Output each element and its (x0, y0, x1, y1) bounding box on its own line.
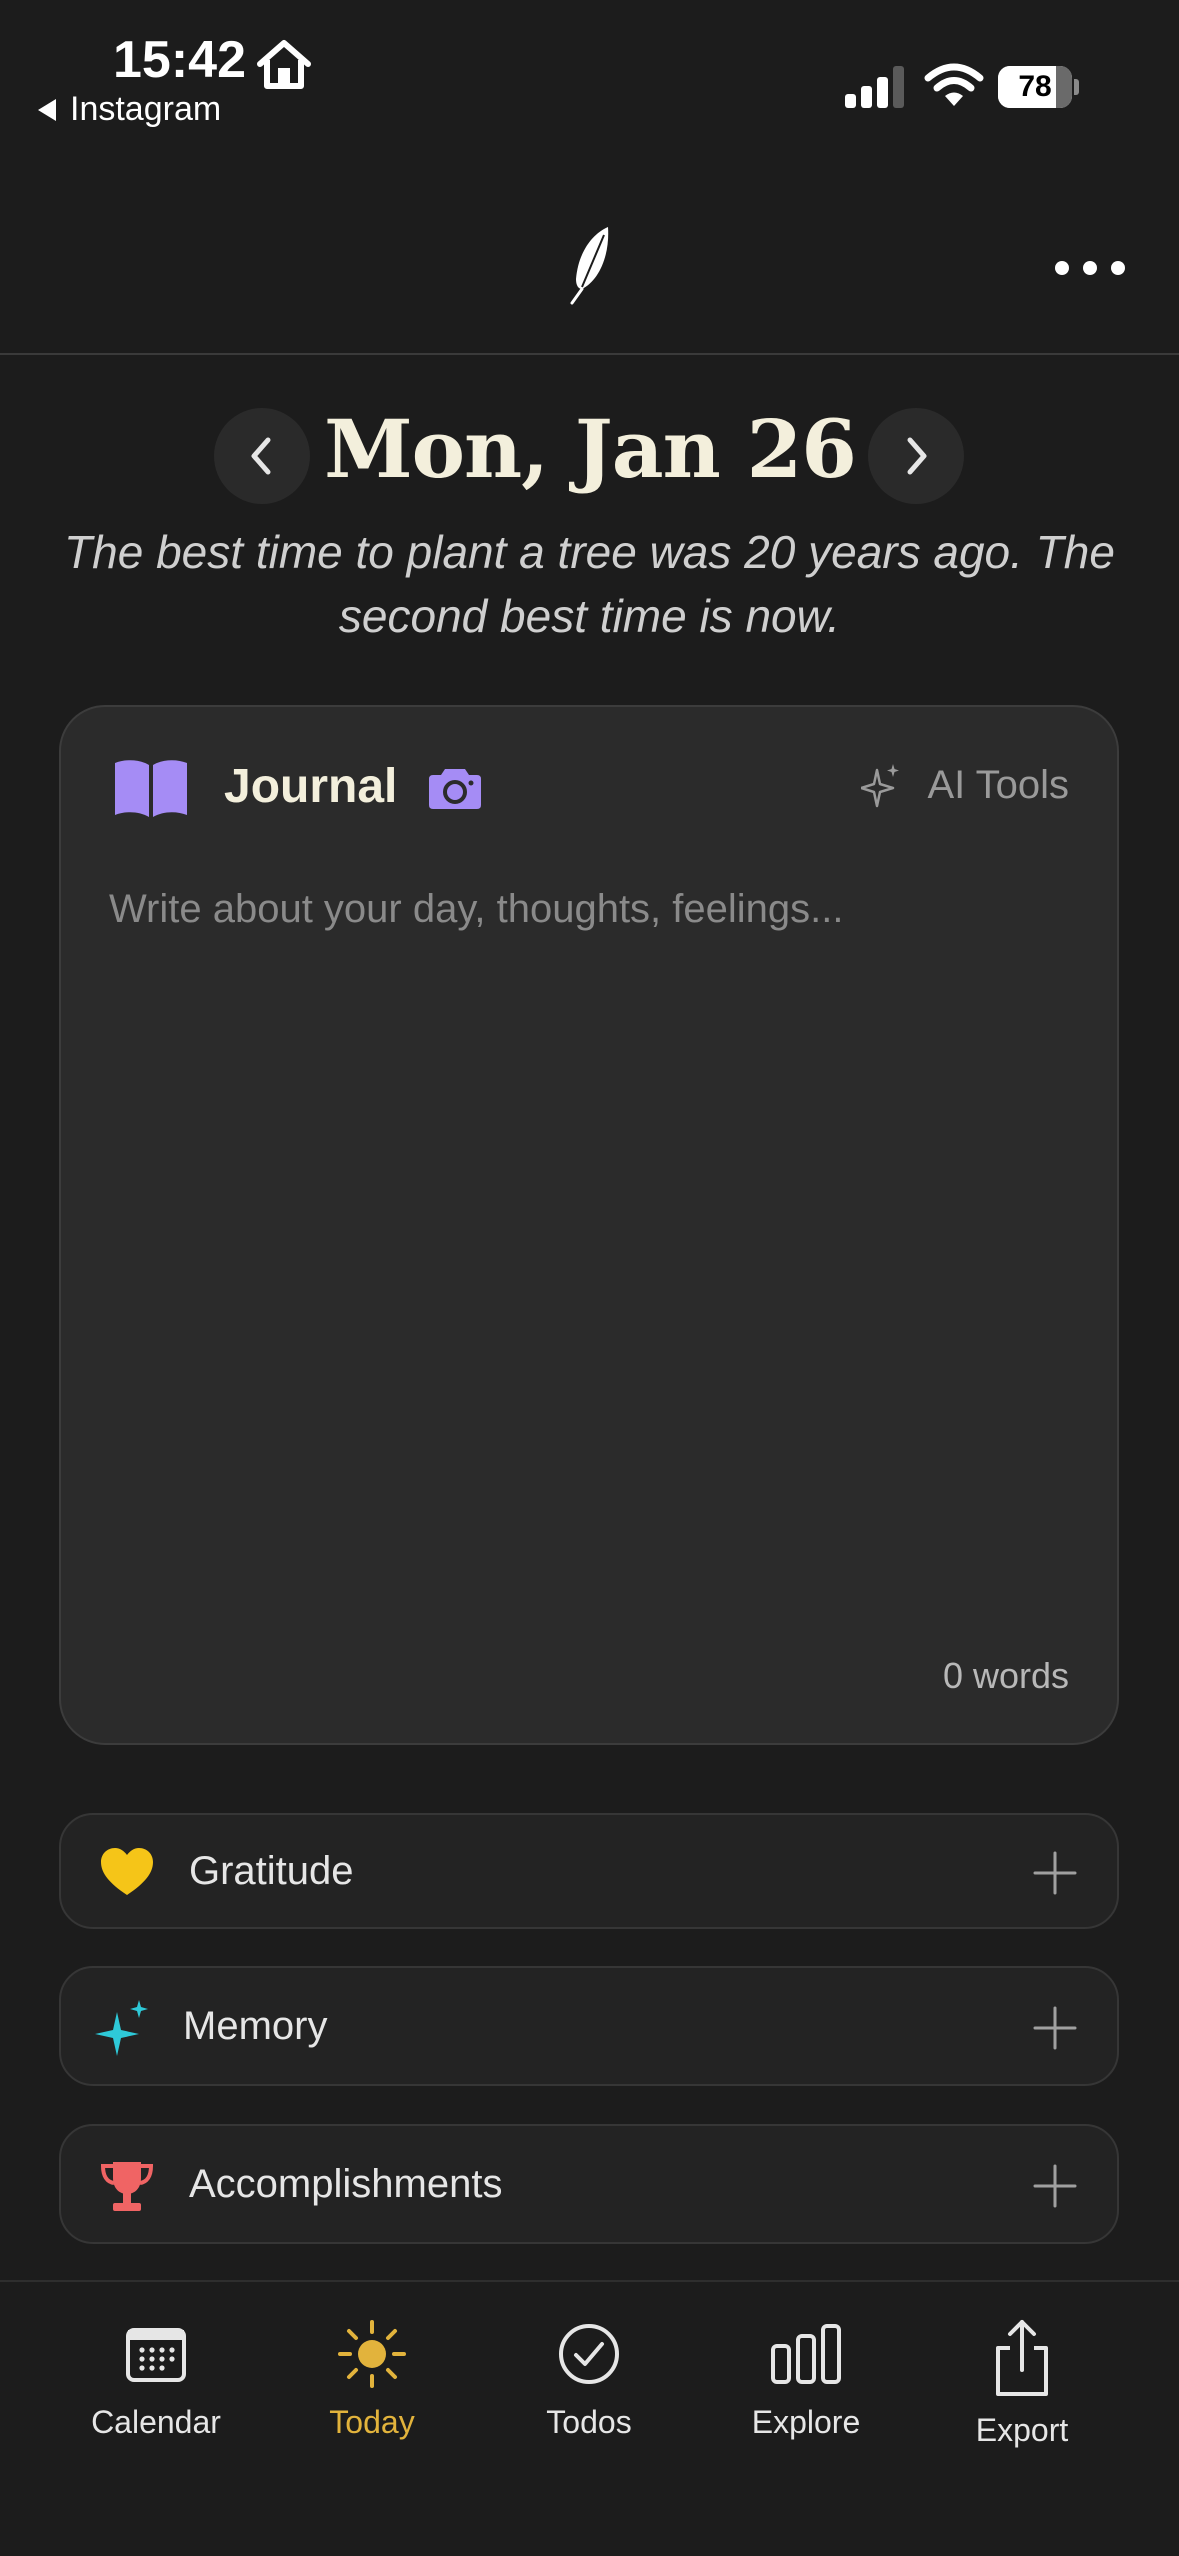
bottom-tab-bar: Calendar Today Todos Explore Export (0, 2280, 1179, 2556)
accomplishments-section[interactable]: Accomplishments (59, 2124, 1119, 2244)
tab-todos[interactable]: Todos (489, 2318, 689, 2441)
app-header (0, 150, 1179, 355)
camera-icon[interactable] (427, 765, 483, 811)
tab-export[interactable]: Export (922, 2318, 1122, 2449)
current-date-title[interactable]: Mon, Jan 26 (300, 402, 880, 496)
tab-todos-label: Todos (546, 2404, 632, 2440)
word-count: 0 words (942, 1655, 1069, 1696)
memory-section[interactable]: Memory (59, 1966, 1119, 2086)
battery-indicator: 78 (998, 66, 1079, 108)
previous-day-button[interactable] (214, 408, 310, 504)
home-icon (257, 40, 311, 89)
gratitude-section[interactable]: Gratitude (59, 1813, 1119, 1929)
sparkles-icon (95, 2000, 148, 2056)
calendar-icon (126, 2328, 186, 2382)
bar-chart-icon (771, 2324, 841, 2384)
open-book-icon (115, 760, 187, 817)
journal-card: Journal AI Tools 0 words (59, 705, 1119, 1745)
tab-explore[interactable]: Explore (706, 2318, 906, 2441)
battery-nub (1074, 79, 1079, 95)
journal-title: Journal (224, 760, 398, 813)
tab-today-label: Today (329, 2404, 415, 2440)
back-to-app-link[interactable]: Instagram (38, 90, 221, 129)
accomplishments-label: Accomplishments (189, 2162, 503, 2206)
tab-calendar-label: Calendar (91, 2404, 221, 2440)
battery-body: 78 (998, 66, 1072, 108)
battery-percentage: 78 (1018, 70, 1052, 103)
more-dots-icon[interactable] (1055, 258, 1125, 278)
sparkle-icon (861, 763, 900, 807)
tab-calendar[interactable]: Calendar (56, 2318, 256, 2441)
chevron-right-icon (907, 437, 927, 475)
status-time: 15:42 (113, 31, 246, 89)
check-circle-icon (559, 2324, 619, 2384)
memory-label: Memory (183, 2004, 328, 2048)
gratitude-label: Gratitude (189, 1849, 354, 1893)
journal-app-screen: 15:42 Instagram 78 Mon, Jan 26 The best … (0, 0, 1179, 2556)
back-app-label: Instagram (70, 90, 222, 128)
back-arrow-icon (38, 98, 56, 121)
status-bar: 15:42 Instagram 78 (0, 0, 1179, 150)
tab-explore-label: Explore (751, 2404, 861, 2440)
next-day-button[interactable] (868, 408, 964, 504)
feather-icon (570, 227, 609, 305)
journal-entry-input[interactable] (109, 887, 1073, 1627)
chevron-left-icon (251, 437, 271, 475)
share-icon (996, 2320, 1048, 2396)
sun-icon (338, 2320, 406, 2388)
add-gratitude-icon[interactable] (1031, 1849, 1079, 1897)
ai-tools-button[interactable]: AI Tools (861, 763, 1069, 808)
heart-icon (101, 1848, 153, 1895)
tab-export-label: Export (975, 2412, 1069, 2448)
ai-tools-label: AI Tools (927, 763, 1069, 807)
trophy-icon (100, 2162, 154, 2211)
add-accomplishment-icon[interactable] (1031, 2162, 1079, 2210)
tab-today[interactable]: Today (272, 2318, 472, 2441)
wifi-icon (924, 63, 984, 106)
add-memory-icon[interactable] (1031, 2004, 1079, 2052)
daily-quote: The best time to plant a tree was 20 yea… (64, 526, 1115, 642)
cellular-signal-icon (845, 66, 904, 108)
